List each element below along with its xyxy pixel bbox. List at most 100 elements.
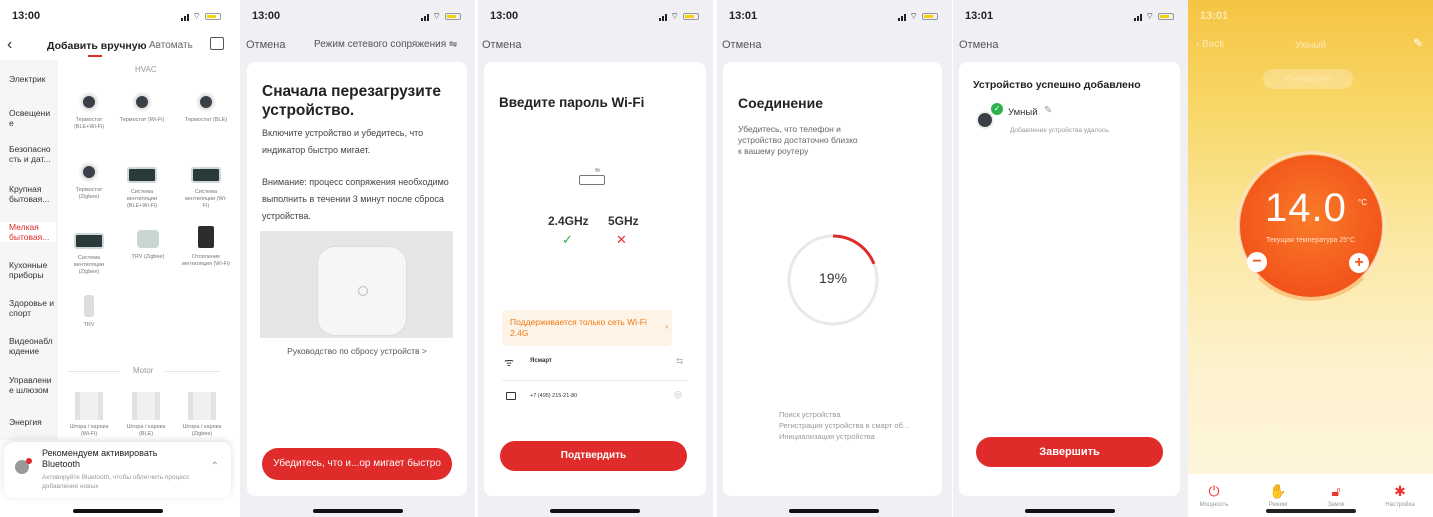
tile-ventilation-ble-wifi[interactable]: Система вентиляции (BLE+Wi-Fi) [118, 167, 166, 210]
current-temperature: Текущая температура 25°C [1265, 237, 1356, 244]
tile-trv-zigbee[interactable]: TRV (Zigbee) [124, 230, 172, 261]
screen-add-device: 13:00 ⌔ ‹ Добавить вручную Автомать Элек… [0, 0, 235, 517]
sidebar-item-kitchen[interactable]: Кухонные приборы [0, 260, 56, 280]
status-icons: ⌔ [897, 11, 938, 22]
device-thumbnail [976, 111, 994, 129]
sidebar-item-lighting[interactable]: Освещени е [0, 108, 56, 128]
cancel-link[interactable]: Отмена [246, 39, 285, 51]
wifi-warning[interactable]: Поддерживается только сеть Wi-Fi 2.4G › [502, 310, 672, 346]
thermostat-icon [198, 94, 214, 110]
thermostat-icon [81, 164, 97, 180]
pairing-mode-link[interactable]: Режим сетевого сопряжения ⇋ [314, 39, 457, 50]
alert-dot [26, 458, 32, 464]
device-name: Умный [1008, 107, 1038, 118]
tab-manual[interactable]: Добавить вручную [47, 40, 147, 52]
tile-thermostat-ble[interactable]: Термостат (BLE) [182, 94, 230, 124]
tile-trv[interactable]: TRV [65, 295, 113, 329]
screen-connecting: 13:01 ⌔ Отмена Соединение Убедитесь, что… [717, 0, 952, 517]
curtain-icon [132, 392, 160, 420]
reset-guide-link[interactable]: Руководство по сбросу устройств > [247, 346, 467, 356]
sidebar-item-health[interactable]: Здоровье и спорт [0, 298, 56, 318]
control-mode-label: Режим [1268, 502, 1288, 508]
finish-button[interactable]: Завершить [976, 437, 1163, 467]
confirm-button[interactable]: Подтвердить [500, 441, 687, 471]
home-indicator [73, 509, 163, 513]
control-lock[interactable]: 🔓︎ Замок [1316, 484, 1356, 508]
check-icon: ✓ [562, 232, 573, 247]
sidebar-item-energy[interactable]: Энергия [0, 417, 56, 427]
field-divider [502, 380, 688, 381]
device-title: Умный [1294, 40, 1327, 51]
show-password-icon[interactable]: ◎ [674, 389, 682, 400]
password-field[interactable]: +7 (495) 215-21-80 [530, 393, 577, 399]
scan-icon[interactable] [210, 37, 224, 50]
bluetooth-title: Рекомендуем активировать Bluetooth [42, 448, 158, 469]
curtain-icon [75, 392, 103, 420]
success-check-icon: ✓ [991, 103, 1003, 115]
sidebar-item-gateway[interactable]: Управлени е шлюзом [0, 375, 56, 395]
status-bar: 13:01 ⌔ [717, 0, 952, 30]
device-status: Добавление устройства удалось. [1010, 127, 1111, 134]
cancel-link[interactable]: Отмена [959, 39, 998, 51]
tile-thermostat-ble-wifi[interactable]: Термостат (BLE+Wi-Fi) [65, 94, 113, 131]
tile-thermostat-wifi[interactable]: Термостат (Wi-Fi) [118, 94, 166, 124]
wifi-card: Введите пароль Wi-Fi ≈ 2.4GHz 5GHz ✓ ✕ П… [484, 62, 706, 496]
bluetooth-banner[interactable]: Рекомендуем активировать Bluetooth Актив… [4, 442, 231, 498]
ssid-field[interactable]: Ясмарт [530, 358, 552, 364]
sidebar-item-security[interactable]: Безопасно сть и дат... [0, 144, 56, 164]
cross-icon: ✕ [616, 232, 627, 247]
control-lock-label: Замок [1327, 502, 1345, 508]
control-mode[interactable]: ✋ Режим [1258, 484, 1298, 508]
tab-auto[interactable]: Автомать [149, 40, 193, 51]
section-hvac-title: HVAC [135, 65, 157, 74]
tile-heating-ventilation-wifi[interactable]: Отопление вентиляция (Wi-Fi) [182, 226, 230, 268]
wifi-title: Введите пароль Wi-Fi [499, 95, 645, 110]
divider-right [165, 371, 220, 372]
status-bar: 13:00 ⌔ [0, 0, 235, 30]
sidebar-item-electric[interactable]: Электрик [0, 74, 56, 84]
increase-button[interactable]: + [1349, 253, 1369, 273]
back-chevron-icon[interactable]: ‹ [7, 36, 12, 54]
guide-button[interactable]: Руководство [1263, 69, 1353, 89]
control-settings[interactable]: ✱ Настройка [1380, 484, 1420, 508]
tile-curtain-wifi[interactable]: Штора / карниз (Wi-Fi) [65, 392, 113, 438]
screen-reset-device: 13:00 ⌔ Отмена Режим сетевого сопряжения… [240, 0, 475, 517]
tile-thermostat-zigbee[interactable]: Термостат (Zigbee) [65, 164, 113, 201]
decrease-button[interactable]: − [1247, 252, 1267, 272]
tile-curtain-ble[interactable]: Штора / карниз (BLE) [122, 392, 170, 438]
edit-icon[interactable]: ✎ [1413, 36, 1423, 50]
edit-name-icon[interactable]: ✎ [1044, 105, 1052, 116]
band-5-label: 5GHz [608, 214, 639, 228]
wifi-warning-text: Поддерживается только сеть Wi-Fi 2.4G [510, 317, 647, 338]
status-bar: 13:00 ⌔ [240, 0, 475, 30]
section-motor-title: Motor [133, 366, 154, 375]
sidebar-item-large-appliances[interactable]: Крупная бытовая... [0, 184, 56, 204]
control-power[interactable]: ⏻ Мощность [1194, 484, 1234, 508]
tile-ventilation-wifi[interactable]: Система вентиляции (Wi-Fi) [182, 167, 230, 210]
band-24-label: 2.4GHz [548, 214, 589, 228]
step-register: Регистрация устройства в смарт об... [779, 421, 910, 430]
status-time: 13:00 [490, 10, 519, 22]
sidebar-item-small-appliances[interactable]: Мелкая бытовая... [0, 222, 56, 242]
status-time: 13:00 [12, 10, 41, 22]
lock-icon [506, 392, 516, 400]
home-indicator [1266, 509, 1356, 513]
divider-left [68, 371, 120, 372]
status-icons: ⌔ [1133, 11, 1174, 22]
ventilation-icon [74, 233, 104, 249]
control-power-label: Мощность [1199, 502, 1229, 508]
status-time: 13:01 [729, 10, 758, 22]
confirm-blinking-button[interactable]: Убедитесь, что и...ор мигает быстро [262, 448, 452, 480]
heater-icon [198, 226, 214, 248]
collapse-chevron-icon[interactable]: ⌃ [211, 461, 219, 472]
switch-network-icon[interactable]: ⇆ [676, 356, 684, 367]
status-time: 13:00 [252, 10, 281, 22]
sidebar-item-video[interactable]: Видеонабл юдение [0, 336, 56, 356]
tile-ventilation-zigbee[interactable]: Система вентиляции (Zigbee) [65, 233, 113, 276]
cancel-link[interactable]: Отмена [722, 39, 761, 51]
connecting-title: Соединение [738, 95, 824, 111]
cancel-link[interactable]: Отмена [482, 39, 521, 51]
tile-curtain-zigbee[interactable]: Штора / карниз (Zigbee) [178, 392, 226, 438]
reset-card: Сначала перезагрузите устройство. Включи… [247, 62, 467, 496]
status-icons: ⌔ [420, 11, 461, 22]
